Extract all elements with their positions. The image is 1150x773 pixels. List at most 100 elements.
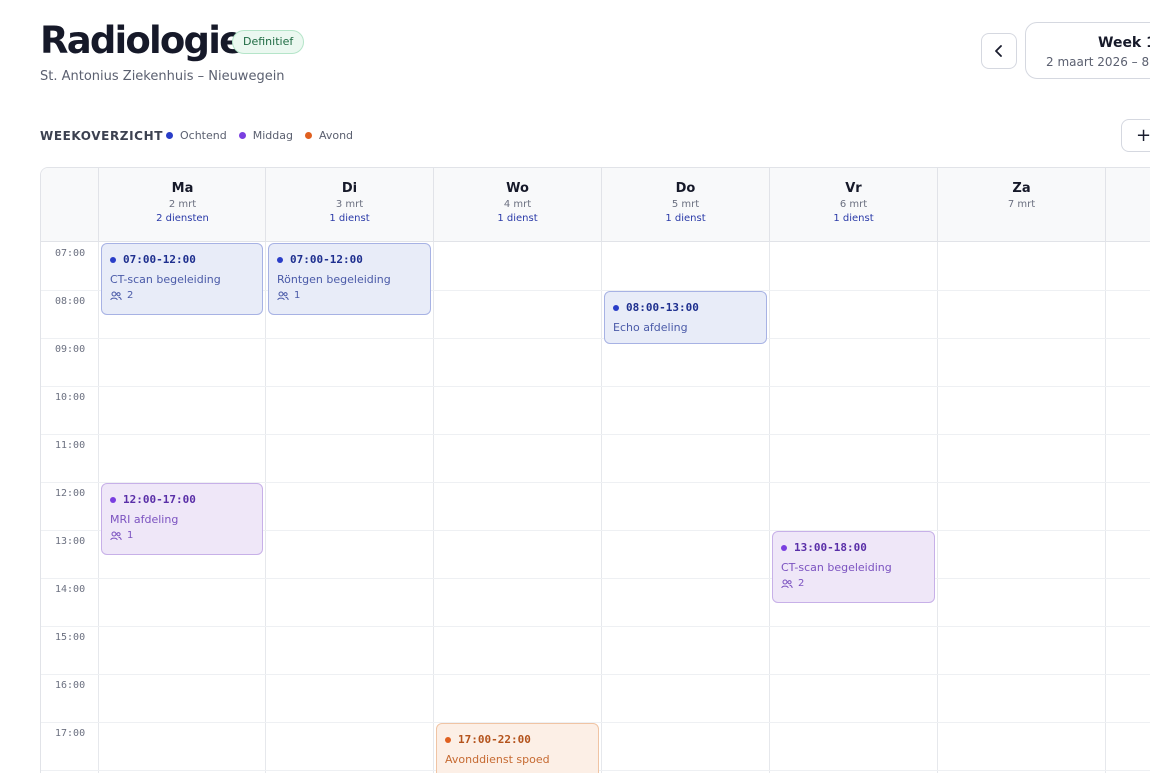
grid-line — [98, 242, 99, 773]
calendar-header: Ma 2 mrt 2 diensten Di 3 mrt 1 dienst Wo… — [41, 168, 1150, 242]
day-date: 7 mrt — [1007, 199, 1036, 210]
day-header-za[interactable]: Za 7 mrt — [937, 168, 1105, 241]
users-icon — [277, 291, 289, 300]
shift-time: 07:00-12:00 — [290, 253, 363, 266]
day-name: Wo — [506, 181, 529, 196]
day-header-zo[interactable] — [1105, 168, 1150, 241]
hour-label: 10:00 — [55, 392, 86, 403]
hour-label: 16:00 — [55, 680, 86, 691]
shift-name: Avonddienst spoed — [445, 753, 550, 766]
avond-dot-icon — [445, 736, 451, 743]
day-name: Za — [1012, 181, 1031, 196]
day-name: Ma — [171, 181, 194, 196]
shift-card[interactable]: 08:00-13:00 Echo afdeling — [604, 291, 767, 344]
staff-count: 1 — [294, 290, 301, 301]
staff-count: 1 — [127, 530, 134, 541]
staff-count: 2 — [798, 578, 805, 589]
shift-name: MRI afdeling — [110, 513, 179, 526]
grid-line — [601, 242, 602, 773]
avond-dot-icon — [304, 132, 312, 139]
legend-label: Ochtend — [180, 129, 227, 142]
shift-card[interactable]: 07:00-12:00 CT-scan begeleiding 2 — [101, 243, 263, 315]
hour-label: 14:00 — [55, 584, 86, 595]
middag-dot-icon — [238, 132, 246, 139]
legend-label: Avond — [318, 129, 354, 142]
hour-label: 15:00 — [55, 632, 86, 643]
chevron-left-icon — [995, 45, 1002, 57]
hour-line — [41, 386, 1150, 387]
hour-label: 17:00 — [55, 728, 86, 739]
shift-name: Echo afdeling — [613, 321, 688, 334]
hour-line — [41, 338, 1150, 339]
staff-count: 2 — [127, 290, 134, 301]
shift-time: 07:00-12:00 — [123, 253, 196, 266]
section-label: WEEKOVERZICHT — [40, 129, 163, 143]
hour-line — [41, 626, 1150, 627]
day-header-vr[interactable]: Vr 6 mrt 1 dienst — [769, 168, 937, 241]
add-shift-button[interactable]: + — [1121, 119, 1150, 152]
week-selector[interactable]: Week 10 2 maart 2026 – 8 mrt — [1025, 22, 1150, 79]
ochtend-dot-icon — [613, 304, 619, 311]
ochtend-dot-icon — [166, 132, 173, 139]
users-icon — [110, 291, 122, 300]
legend-item-avond: Avond — [304, 129, 354, 142]
users-icon — [781, 579, 793, 588]
legend-item-middag: Middag — [238, 129, 293, 142]
legend-item-ochtend: Ochtend — [166, 129, 227, 142]
week-range: 2 maart 2026 – 8 mrt — [1046, 55, 1150, 69]
hour-line — [41, 674, 1150, 675]
day-date: 5 mrt — [671, 199, 700, 210]
ochtend-dot-icon — [277, 256, 283, 263]
hour-line — [41, 578, 1150, 579]
day-name: Do — [675, 181, 696, 196]
shift-time: 08:00-13:00 — [626, 301, 699, 314]
day-date: 6 mrt — [839, 199, 868, 210]
legend-label: Middag — [252, 129, 293, 142]
page-title: Radiologie — [40, 19, 244, 62]
day-header-di[interactable]: Di 3 mrt 1 dienst — [265, 168, 433, 241]
week-title: Week 10 — [1098, 35, 1150, 51]
plus-icon: + — [1136, 125, 1150, 146]
shift-legend: Ochtend Middag Avond — [166, 129, 353, 142]
shift-time: 12:00-17:00 — [123, 493, 196, 506]
week-calendar: Ma 2 mrt 2 diensten Di 3 mrt 1 dienst Wo… — [40, 167, 1150, 773]
grid-line — [265, 242, 266, 773]
hour-label: 12:00 — [55, 488, 86, 499]
ochtend-dot-icon — [110, 256, 116, 263]
shift-card[interactable]: 07:00-12:00 Röntgen begeleiding 1 — [268, 243, 431, 315]
middag-dot-icon — [781, 544, 787, 551]
users-icon — [110, 531, 122, 540]
hour-line — [41, 434, 1150, 435]
day-date: 4 mrt — [503, 199, 532, 210]
day-name: Vr — [845, 181, 862, 196]
day-shift-count: 2 diensten — [156, 213, 209, 224]
shift-time: 13:00-18:00 — [794, 541, 867, 554]
hour-label: 13:00 — [55, 536, 86, 547]
shift-card[interactable]: 12:00-17:00 MRI afdeling 1 — [101, 483, 263, 555]
shift-name: CT-scan begeleiding — [781, 561, 892, 574]
hour-label: 08:00 — [55, 296, 86, 307]
shift-card[interactable]: 13:00-18:00 CT-scan begeleiding 2 — [772, 531, 935, 603]
day-header-wo[interactable]: Wo 4 mrt 1 dienst — [433, 168, 601, 241]
day-shift-count: 1 dienst — [497, 213, 538, 224]
hour-label: 09:00 — [55, 344, 86, 355]
day-shift-count: 1 dienst — [665, 213, 706, 224]
page-subtitle: St. Antonius Ziekenhuis – Nieuwegein — [40, 69, 285, 84]
day-header-do[interactable]: Do 5 mrt 1 dienst — [601, 168, 769, 241]
day-name: Di — [341, 181, 358, 196]
grid-line — [1105, 242, 1106, 773]
shift-name: Röntgen begeleiding — [277, 273, 391, 286]
hour-label: 11:00 — [55, 440, 86, 451]
shift-name: CT-scan begeleiding — [110, 273, 221, 286]
day-date: 2 mrt — [168, 199, 197, 210]
shift-time: 17:00-22:00 — [458, 733, 531, 746]
shift-card[interactable]: 17:00-22:00 Avonddienst spoed — [436, 723, 599, 773]
middag-dot-icon — [110, 496, 116, 503]
previous-week-button[interactable] — [981, 33, 1017, 69]
hour-label: 07:00 — [55, 248, 86, 259]
grid-line — [433, 242, 434, 773]
day-shift-count: 1 dienst — [329, 213, 370, 224]
day-date: 3 mrt — [335, 199, 364, 210]
status-badge: Definitief — [232, 30, 305, 54]
day-header-ma[interactable]: Ma 2 mrt 2 diensten — [98, 168, 266, 241]
